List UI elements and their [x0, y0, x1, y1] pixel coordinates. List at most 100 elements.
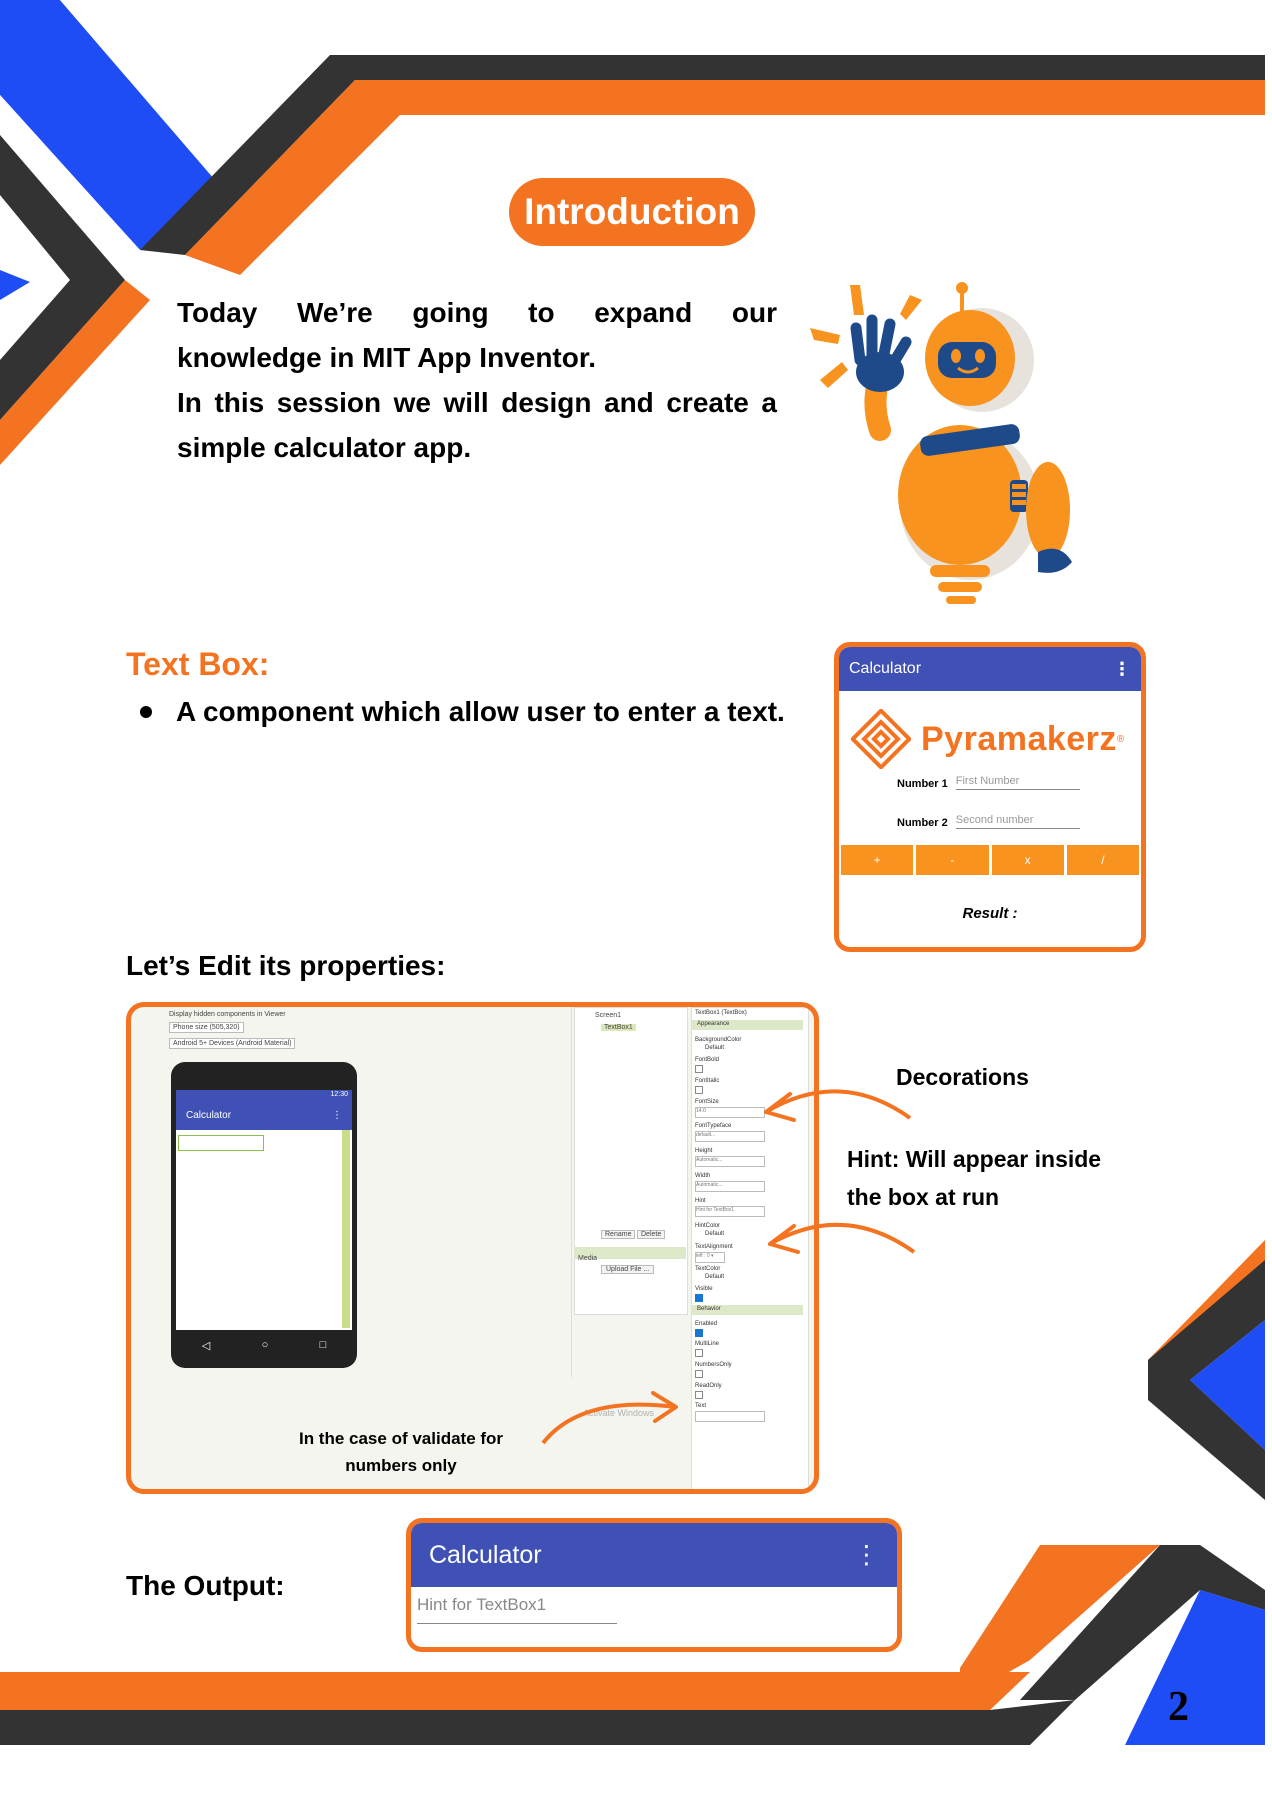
- divide-button[interactable]: /: [1066, 845, 1139, 875]
- calculator-preview: Calculator ⋮ Pyramakerz ® Number 1 First …: [834, 642, 1146, 952]
- introduction-heading: Introduction: [509, 178, 755, 246]
- scroll-indicator: [342, 1130, 350, 1328]
- brand-logo: Pyramakerz ®: [851, 709, 1124, 769]
- page-number: 2: [1168, 1684, 1189, 1730]
- textbox-heading: Text Box:: [126, 646, 270, 682]
- multiline-checkbox[interactable]: [695, 1349, 703, 1357]
- intro-line-1: Today We’re going to expand our: [177, 297, 777, 328]
- intro-paragraph: Today We’re going to expand our knowledg…: [177, 290, 777, 470]
- readonly-checkbox[interactable]: [695, 1391, 703, 1399]
- text-input[interactable]: [695, 1411, 765, 1422]
- prop-textcolor: TextColor: [695, 1266, 721, 1272]
- appearance-header: Appearance: [691, 1020, 803, 1030]
- home-icon: ○: [261, 1339, 269, 1351]
- numbers-only-line-2: numbers only: [345, 1456, 457, 1475]
- appearance-label: Appearance: [697, 1021, 730, 1027]
- brand-name: Pyramakerz: [921, 719, 1117, 758]
- status-bar: 12:30: [176, 1090, 352, 1100]
- recents-icon: □: [319, 1339, 327, 1351]
- fontitalic-checkbox[interactable]: [695, 1086, 703, 1094]
- robot-mascot-illustration: [810, 282, 1072, 604]
- output-label: The Output:: [126, 1570, 285, 1601]
- prop-readonly: ReadOnly: [695, 1383, 722, 1389]
- hint-annotation-line-1: Hint: Will appear inside: [847, 1146, 1102, 1172]
- textalignment-select[interactable]: left : 0 ▾: [695, 1252, 725, 1263]
- hint-annotation-line-2: the box at run: [847, 1184, 1000, 1210]
- enabled-checkbox[interactable]: [695, 1329, 703, 1337]
- subtract-button[interactable]: -: [916, 845, 989, 875]
- pyramakerz-logo-icon: [851, 709, 911, 769]
- number1-label: Number 1: [897, 778, 948, 790]
- textbox-component[interactable]: [178, 1135, 264, 1151]
- behavior-label: Behavior: [697, 1306, 721, 1312]
- hint-arrow-icon: [768, 1222, 916, 1254]
- phone-app-title: Calculator: [186, 1109, 232, 1121]
- upload-file-button[interactable]: Upload File ...: [601, 1265, 655, 1274]
- output-textbox[interactable]: Hint for TextBox1: [417, 1595, 617, 1624]
- number1-input[interactable]: First Number: [955, 775, 1080, 790]
- output-preview: Calculator ⋮ Hint for TextBox1: [406, 1518, 902, 1652]
- bullet-dot: [140, 706, 152, 718]
- output-title: Calculator: [429, 1540, 542, 1569]
- prop-numbersonly: NumbersOnly: [695, 1362, 732, 1368]
- media-label: Media: [578, 1255, 598, 1262]
- operator-buttons: + - x /: [841, 845, 1139, 875]
- width-input[interactable]: Automatic...: [695, 1181, 765, 1192]
- hint-annotation: Hint: Will appear inside the box at run: [847, 1140, 1101, 1216]
- prop-fontbold: FontBold: [695, 1057, 720, 1063]
- numbersonly-arrow-icon: [541, 1391, 678, 1445]
- phone-appbar: Calculator ⋮: [176, 1100, 352, 1130]
- output-kebab-icon[interactable]: ⋮: [854, 1540, 879, 1570]
- prop-hint: Hint: [695, 1198, 706, 1204]
- intro-line-4: simple calculator app.: [177, 432, 472, 463]
- numbers-only-annotation: In the case of validate for numbers only: [291, 1425, 511, 1479]
- designer-screenshot: Display hidden components in Viewer Phon…: [126, 1002, 819, 1494]
- prop-fonttypeface: FontTypeface: [695, 1123, 732, 1129]
- prop-textalignment: TextAlignment: [695, 1244, 733, 1250]
- number2-input[interactable]: Second number: [955, 814, 1080, 829]
- textbox-bullet-text: A component which allow user to enter a …: [176, 696, 785, 727]
- prop-text: Text: [695, 1403, 707, 1409]
- prop-hintcolor: HintColor: [695, 1223, 721, 1229]
- prop-multiline: MultiLine: [695, 1341, 720, 1347]
- textbox-bullet: A component which allow user to enter a …: [140, 696, 785, 728]
- fontbold-checkbox[interactable]: [695, 1065, 703, 1073]
- number2-label: Number 2: [897, 817, 948, 829]
- result-label: Result :: [962, 905, 1018, 922]
- prop-visible: Visible: [695, 1286, 713, 1292]
- properties-title: TextBox1 (TextBox): [695, 1010, 747, 1016]
- rename-button[interactable]: Rename: [601, 1230, 636, 1239]
- multiply-button[interactable]: x: [991, 845, 1064, 875]
- add-button[interactable]: +: [841, 845, 914, 875]
- numbers-only-line-1: In the case of validate for: [298, 1429, 504, 1448]
- visible-checkbox[interactable]: [695, 1294, 703, 1302]
- numbersonly-checkbox[interactable]: [695, 1370, 703, 1378]
- registered-icon: ®: [1116, 733, 1125, 745]
- prop-backgroundcolor: BackgroundColor: [695, 1037, 742, 1043]
- output-appbar: Calculator ⋮: [411, 1523, 897, 1587]
- prop-height: Height: [695, 1148, 713, 1154]
- hint-input[interactable]: Hint for TextBox1: [695, 1206, 765, 1217]
- calculator-appbar: Calculator ⋮: [839, 647, 1141, 691]
- edit-properties-heading: Let’s Edit its properties:: [126, 950, 446, 981]
- tree-screen1[interactable]: Screen1: [595, 1012, 621, 1019]
- phone-kebab-icon: ⋮: [332, 1109, 342, 1121]
- back-icon: ◁: [201, 1339, 211, 1352]
- phone-screen: 12:30 Calculator ⋮: [176, 1090, 352, 1330]
- kebab-menu-icon[interactable]: ⋮: [1113, 659, 1131, 680]
- value-hintcolor[interactable]: Default: [705, 1231, 724, 1237]
- value-textcolor[interactable]: Default: [705, 1274, 724, 1280]
- behavior-header: Behavior: [691, 1305, 803, 1315]
- tree-textbox1[interactable]: TextBox1: [601, 1024, 636, 1031]
- value-backgroundcolor[interactable]: Default: [705, 1045, 724, 1051]
- fonttypeface-input[interactable]: default...: [695, 1131, 765, 1142]
- calculator-title: Calculator: [849, 660, 922, 677]
- delete-button[interactable]: Delete: [637, 1230, 666, 1239]
- height-input[interactable]: Automatic...: [695, 1156, 765, 1167]
- decorations-annotation: Decorations: [896, 1064, 1029, 1090]
- intro-line-2: knowledge in MIT App Inventor.: [177, 342, 596, 373]
- intro-line-3: In this session we will design and creat…: [177, 387, 777, 418]
- number1-row: Number 1 First Number: [897, 775, 1080, 790]
- fontsize-input[interactable]: 14.0: [695, 1107, 765, 1118]
- prop-enabled: Enabled: [695, 1321, 718, 1327]
